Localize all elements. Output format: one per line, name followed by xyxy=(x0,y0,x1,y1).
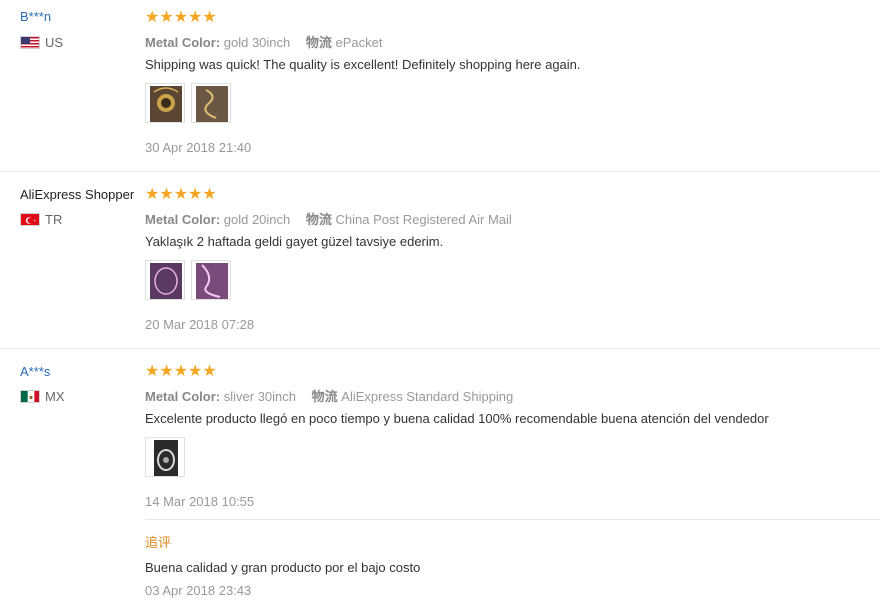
reviewer-country: TR xyxy=(20,212,62,227)
followup-date: 03 Apr 2018 23:43 xyxy=(145,583,252,598)
reviewer-country: US xyxy=(20,35,63,50)
review-divider xyxy=(0,348,880,349)
followup-divider xyxy=(145,519,880,520)
reviewer-name[interactable]: A***s xyxy=(20,364,50,379)
star-rating: ★★★★★ xyxy=(145,363,217,380)
review-photo[interactable] xyxy=(145,437,185,477)
review-text: Excelente producto llegó en poco tiempo … xyxy=(145,411,769,426)
review-photo[interactable] xyxy=(145,260,185,300)
country-code: MX xyxy=(45,389,65,404)
review-photo[interactable] xyxy=(191,83,231,123)
followup-text: Buena calidad y gran producto por el baj… xyxy=(145,560,421,575)
review-photos xyxy=(145,83,231,123)
color-label: Metal Color: xyxy=(145,212,221,227)
review-meta: Metal Color: sliver 30inch 物流 AliExpress… xyxy=(145,386,513,405)
us-flag-icon xyxy=(20,36,40,49)
star-rating: ★★★★★ xyxy=(145,186,217,203)
color-value: gold 20inch xyxy=(223,212,291,227)
followup-label: 追评 xyxy=(145,535,172,550)
color-value: sliver 30inch xyxy=(223,389,297,404)
review-date: 20 Mar 2018 07:28 xyxy=(145,317,255,332)
color-label: Metal Color: xyxy=(145,35,221,50)
review-photo[interactable] xyxy=(191,260,231,300)
review-photos xyxy=(145,437,185,477)
reviewer-name[interactable]: B***n xyxy=(20,9,51,24)
shipping-label: 物流 xyxy=(305,35,332,50)
reviewer-name: AliExpress Shopper xyxy=(20,187,135,202)
review-date: 30 Apr 2018 21:40 xyxy=(145,140,252,155)
tr-flag-icon xyxy=(20,213,40,226)
review-date: 14 Mar 2018 10:55 xyxy=(145,494,255,509)
review-photo[interactable] xyxy=(145,83,185,123)
reviewer-country: MX xyxy=(20,389,65,404)
shipping-label: 物流 xyxy=(305,212,332,227)
shipping-value: ePacket xyxy=(335,35,383,50)
review-meta: Metal Color: gold 20inch 物流 China Post R… xyxy=(145,209,512,228)
shipping-label: 物流 xyxy=(311,389,338,404)
country-code: US xyxy=(45,35,64,50)
review-text: Yaklaşık 2 haftada geldi gayet güzel tav… xyxy=(145,234,444,249)
mx-flag-icon xyxy=(20,390,40,403)
shipping-value: AliExpress Standard Shipping xyxy=(341,389,514,404)
color-value: gold 30inch xyxy=(223,35,291,50)
color-label: Metal Color: xyxy=(145,389,221,404)
shipping-value: China Post Registered Air Mail xyxy=(335,212,512,227)
review-divider xyxy=(0,171,880,172)
review-meta: Metal Color: gold 30inch 物流 ePacket xyxy=(145,32,383,51)
review-photos xyxy=(145,260,231,300)
country-code: TR xyxy=(45,212,63,227)
star-rating: ★★★★★ xyxy=(145,9,217,26)
review-text: Shipping was quick! The quality is excel… xyxy=(145,57,581,72)
